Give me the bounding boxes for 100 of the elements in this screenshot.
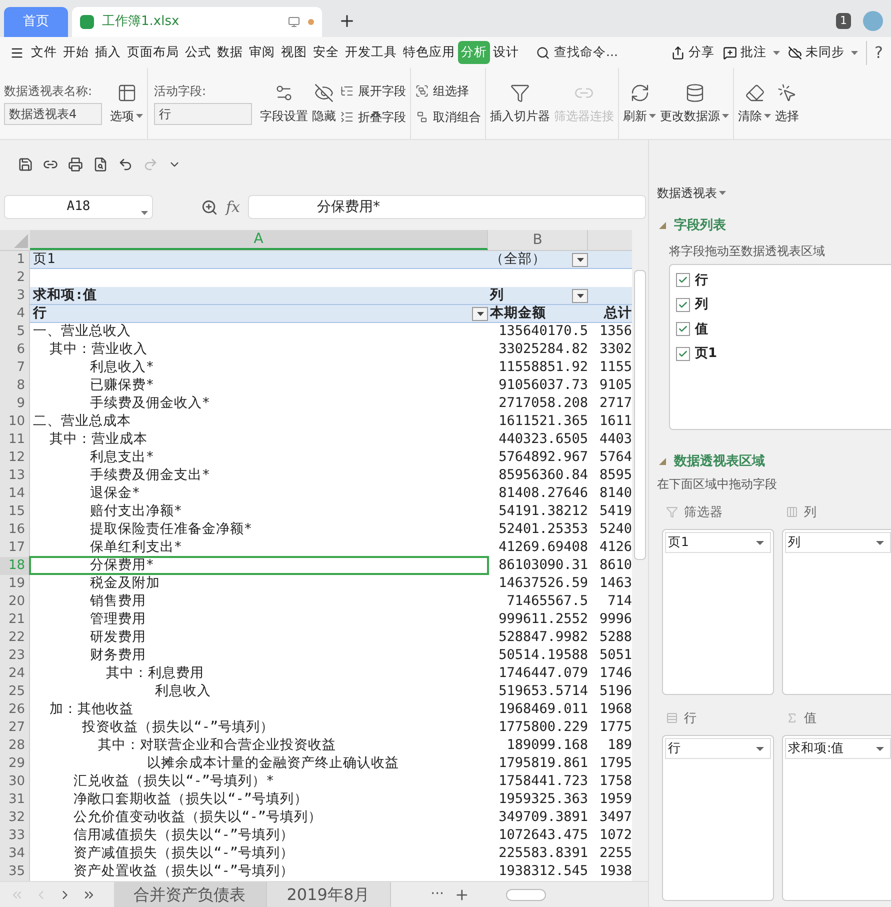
menu-tab[interactable]: 安全 (310, 41, 342, 64)
name-box[interactable]: A18 (4, 195, 153, 219)
checkbox[interactable] (676, 273, 690, 288)
more-sheets-button[interactable]: ··· (430, 884, 444, 905)
function-label[interactable]: fx (226, 196, 240, 218)
undo-icon[interactable] (118, 156, 133, 172)
drop-area[interactable]: 列 (782, 529, 891, 695)
menu-tab[interactable]: 开始 (60, 41, 92, 64)
row-number[interactable]: 9 (0, 395, 30, 413)
row-number[interactable]: 26 (0, 701, 30, 719)
dropdown-button[interactable] (572, 288, 588, 302)
sheet-tab[interactable]: 2019年8月 (266, 882, 391, 907)
row-number[interactable]: 22 (0, 629, 30, 647)
row-number[interactable]: 15 (0, 503, 30, 521)
help-button[interactable]: ? (866, 40, 883, 64)
row-number[interactable]: 10 (0, 413, 30, 431)
preview-icon[interactable] (93, 156, 108, 172)
row-number[interactable]: 14 (0, 485, 30, 503)
checkbox[interactable] (676, 346, 690, 361)
dropdown-button[interactable] (572, 252, 588, 266)
ribbon-button[interactable]: 展开字段 (340, 82, 406, 100)
row-number[interactable]: 25 (0, 683, 30, 701)
zoom-icon[interactable] (201, 198, 218, 216)
menu-tab[interactable]: 特色应用 (400, 41, 458, 64)
vertical-scrollbar[interactable] (632, 230, 648, 881)
row-number[interactable]: 12 (0, 449, 30, 467)
formula-field[interactable]: 分保费用* (248, 195, 646, 219)
toolbar-button[interactable]: 分享 (670, 43, 714, 62)
drop-area[interactable]: 行 (662, 735, 774, 901)
ribbon-button[interactable]: 清除 (738, 82, 771, 124)
row-number[interactable]: 30 (0, 773, 30, 791)
collapse-triangle-icon[interactable] (659, 458, 666, 465)
menu-tab[interactable]: 页面布局 (124, 41, 182, 64)
menu-tab[interactable]: 插入 (92, 41, 124, 64)
row-number[interactable]: 21 (0, 611, 30, 629)
row-number[interactable]: 8 (0, 377, 30, 395)
pivot-name-field[interactable]: 数据透视表4 (4, 103, 102, 125)
row-number[interactable]: 5 (0, 323, 30, 341)
print-icon[interactable] (68, 156, 83, 172)
area-field-dropdown[interactable]: 列 (785, 532, 891, 553)
area-field-dropdown[interactable]: 行 (665, 738, 771, 759)
ribbon-button[interactable]: 选项 (110, 82, 143, 124)
row-number[interactable]: 33 (0, 827, 30, 845)
row-number[interactable]: 13 (0, 467, 30, 485)
ribbon-button[interactable]: 刷新 (623, 82, 656, 124)
ribbon-button[interactable]: 取消组合 (415, 108, 481, 126)
ribbon-button[interactable]: 字段设置 (260, 82, 308, 124)
menu-icon[interactable] (10, 46, 24, 60)
row-number[interactable]: 1 (0, 251, 30, 269)
row-number[interactable]: 17 (0, 539, 30, 557)
column-header[interactable]: B (488, 230, 588, 250)
row-number[interactable]: 19 (0, 575, 30, 593)
row-number[interactable]: 34 (0, 845, 30, 863)
menu-tab[interactable]: 文件 (28, 41, 60, 64)
row-number[interactable]: 31 (0, 791, 30, 809)
row-number[interactable]: 35 (0, 863, 30, 881)
checkbox[interactable] (676, 298, 690, 312)
menu-tab[interactable]: 设计 (490, 41, 522, 64)
dropdown-button[interactable] (472, 306, 488, 320)
save-icon[interactable] (18, 156, 33, 172)
ribbon-button[interactable]: 折叠字段 (340, 108, 406, 126)
row-number[interactable]: 16 (0, 521, 30, 539)
sheet-tab[interactable]: 合并资产负债表 (114, 882, 267, 907)
row-number[interactable]: 2 (0, 269, 30, 287)
row-number[interactable]: 6 (0, 341, 30, 359)
drop-area[interactable]: 求和项:值 (782, 735, 891, 901)
row-number[interactable]: 28 (0, 737, 30, 755)
row-number[interactable]: 27 (0, 719, 30, 737)
menu-tab[interactable]: 审阅 (246, 41, 278, 64)
menu-tab[interactable]: 公式 (182, 41, 214, 64)
row-number[interactable]: 23 (0, 647, 30, 665)
menu-tab[interactable]: 数据 (214, 41, 246, 64)
row-number[interactable]: 32 (0, 809, 30, 827)
menu-tab[interactable]: 开发工具 (342, 41, 400, 64)
ribbon-button[interactable]: 选择 (775, 82, 799, 124)
new-tab-icon[interactable] (338, 12, 356, 30)
row-number[interactable]: 4 (0, 305, 30, 323)
collapse-triangle-icon[interactable] (659, 222, 666, 230)
ribbon-button[interactable]: 组选择 (415, 82, 481, 100)
area-field-dropdown[interactable]: 求和项:值 (785, 738, 891, 759)
ribbon-button[interactable]: 更改数据源 (660, 82, 729, 124)
row-number[interactable]: 11 (0, 431, 30, 449)
ribbon-button[interactable]: 隐藏 (312, 82, 336, 124)
drop-area[interactable]: 页1 (662, 529, 774, 695)
document-tab[interactable]: 工作簿1.xlsx (72, 7, 322, 37)
row-number[interactable]: 20 (0, 593, 30, 611)
row-number[interactable]: 7 (0, 359, 30, 377)
active-field-field[interactable]: 行 (154, 103, 252, 125)
row-number[interactable]: 24 (0, 665, 30, 683)
search-field[interactable]: 查找命令... (536, 43, 618, 62)
window-count-badge[interactable]: 1 (836, 12, 851, 30)
row-number[interactable]: 3 (0, 287, 30, 305)
toolbar-button[interactable]: 未同步 (788, 43, 858, 62)
row-number[interactable]: 29 (0, 755, 30, 773)
ribbon-button[interactable]: 插入切片器 (490, 82, 550, 124)
panel-title-button[interactable]: 数据透视表 (657, 184, 726, 202)
area-field-dropdown[interactable]: 页1 (665, 532, 771, 553)
toolbar-button[interactable]: 批注 (722, 43, 780, 62)
checkbox[interactable] (676, 322, 690, 336)
menu-tab[interactable]: 视图 (278, 41, 310, 64)
